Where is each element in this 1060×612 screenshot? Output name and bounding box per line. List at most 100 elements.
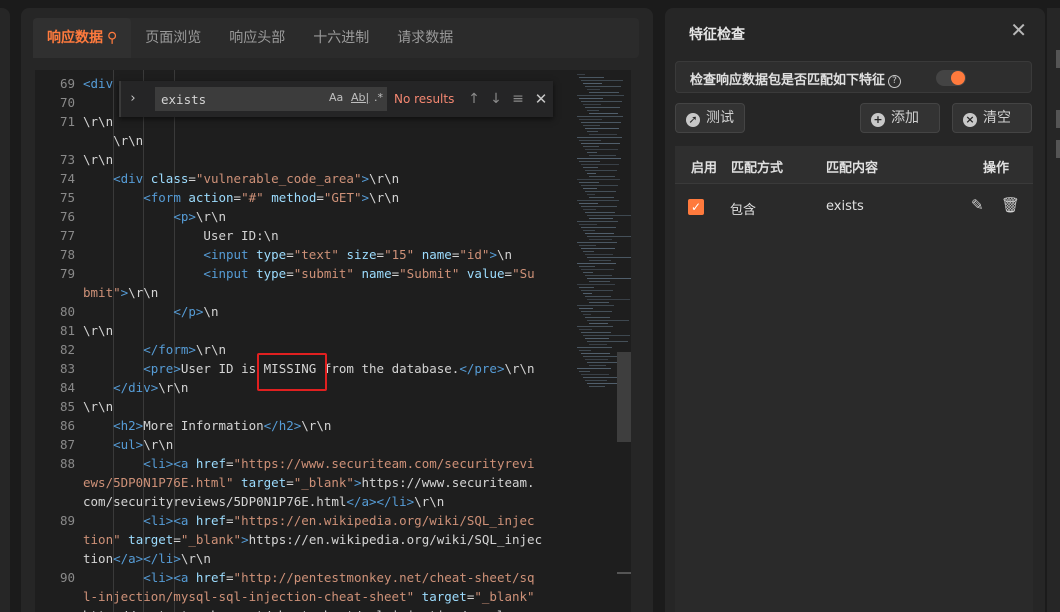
enabled-checkbox[interactable]: ✓ [688, 199, 704, 215]
minimap-line [589, 365, 606, 366]
minimap-line [577, 116, 623, 117]
side-tab[interactable] [1056, 110, 1060, 128]
code-line: \r\n [83, 399, 114, 414]
tab-hex[interactable]: 十六进制 [299, 18, 383, 58]
clear-icon: × [963, 113, 977, 127]
minimap-line [587, 215, 631, 216]
code-line: \r\n [83, 152, 114, 167]
code-line: <form action="#" method="GET">\r\n [143, 190, 400, 205]
close-icon[interactable]: ✕ [1010, 18, 1027, 42]
match-toggle-row: 检查响应数据包是否匹配如下特征? [675, 61, 1032, 93]
minimap-line [581, 227, 616, 228]
minimap[interactable] [575, 70, 631, 400]
chevron-right-icon[interactable]: › [125, 81, 141, 117]
minimap-line [579, 161, 600, 162]
code-editor[interactable]: 69 70 71 73 74 75 76 77 78 79 80 81 82 83 84 85 86 87 88 89… [35, 70, 631, 612]
line-number: 88 [59, 456, 75, 471]
minimap-line [585, 107, 620, 108]
minimap-line [589, 344, 607, 345]
minimap-line [579, 350, 591, 351]
minimap-line [579, 371, 590, 372]
missing-highlight-box [257, 353, 327, 391]
minimap-line [585, 233, 614, 234]
tab-page-view[interactable]: 页面浏览 [131, 18, 215, 58]
regex-icon[interactable]: .* [374, 91, 383, 104]
side-tab[interactable] [1056, 50, 1060, 68]
tab-response-data[interactable]: 响应数据 ⚲ [33, 18, 132, 58]
match-toggle[interactable] [936, 70, 966, 86]
minimap-line [579, 140, 601, 141]
line-number [35, 530, 75, 549]
minimap-line [583, 167, 598, 168]
scroll-marker [617, 572, 631, 574]
arrow-up-icon[interactable]: ↑ [464, 88, 484, 110]
tab-response-headers[interactable]: 响应头部 [215, 18, 299, 58]
plus-icon: + [871, 113, 885, 127]
line-number: 74 [59, 171, 75, 186]
minimap-line [577, 326, 613, 327]
side-tab[interactable] [1056, 140, 1060, 158]
line-number: 86 [59, 418, 75, 433]
line-number: 73 [59, 152, 75, 167]
minimap-line [579, 203, 598, 204]
minimap-line [583, 146, 599, 147]
minimap-line [589, 176, 615, 177]
minimap-line [577, 242, 617, 243]
minimap-line [583, 83, 602, 84]
minimap-line [583, 230, 595, 231]
line-number: 81 [59, 323, 75, 338]
minimap-line [587, 341, 628, 342]
minimap-line [583, 272, 593, 273]
minimap-line [583, 314, 591, 315]
col-ops: 操作 [983, 161, 1010, 176]
minimap-line [579, 98, 603, 99]
line-number: 69 [59, 76, 75, 91]
close-icon[interactable]: ✕ [531, 88, 551, 110]
minimap-line [585, 191, 616, 192]
line-number: 89 [59, 513, 75, 528]
minimap-line [589, 323, 608, 324]
tab-request-data[interactable]: 请求数据 [383, 18, 467, 58]
line-number: 84 [59, 380, 75, 395]
line-number [35, 283, 75, 302]
line-number: 80 [59, 304, 75, 319]
minimap-line [587, 278, 631, 279]
help-icon[interactable]: ? [888, 75, 902, 88]
code-content[interactable]: <div \r\n \r\n \r\n <div class="vulnerable… [83, 70, 579, 612]
code-line: \r\n [83, 114, 114, 129]
test-button[interactable]: ➚ 测试 [675, 103, 745, 133]
code-line: <ul>\r\n [113, 437, 174, 452]
minimap-line [587, 194, 595, 195]
minimap-line [583, 188, 597, 189]
match-case-icon[interactable]: Aa [329, 91, 343, 104]
code-line: com/securityreviews/5DP0N1P76E.html</a><… [83, 494, 445, 509]
code-line: <li><a href="http://pentestmonkey.net/ch… [143, 570, 535, 585]
feature-table: 启用 匹配方式 匹配内容 操作 ✓ 包含 exists ✎ 🗑 [675, 146, 1033, 612]
edit-icon[interactable]: ✎ [971, 196, 984, 214]
minimap-line [577, 221, 618, 222]
minimap-line [585, 380, 607, 381]
code-line: User ID:\n [83, 228, 279, 243]
minimap-line [581, 290, 613, 291]
match-whole-word-icon[interactable]: Ab| [351, 91, 369, 104]
add-button[interactable]: + 添加 [860, 103, 940, 133]
minimap-line [579, 245, 596, 246]
vertical-scrollbar[interactable] [617, 352, 631, 442]
clear-button[interactable]: × 清空 [952, 103, 1032, 133]
arrow-down-icon[interactable]: ↓ [486, 88, 506, 110]
minimap-line [581, 269, 614, 270]
minimap-line [577, 200, 619, 201]
minimap-line [589, 155, 616, 156]
minimap-line [579, 182, 599, 183]
find-in-selection-icon[interactable]: ≡ [508, 88, 528, 110]
minimap-line [589, 386, 605, 387]
minimap-line [577, 284, 615, 285]
minimap-line [587, 89, 600, 90]
minimap-line [577, 179, 620, 180]
code-line: \r\n [83, 323, 114, 338]
trash-icon[interactable]: 🗑 [1001, 196, 1020, 214]
line-number: 71 [59, 114, 75, 129]
code-line: <h2>More Information</h2>\r\n [113, 418, 332, 433]
minimap-line [577, 305, 614, 306]
code-line: <input type="text" size="15" name="id">\… [203, 247, 513, 262]
